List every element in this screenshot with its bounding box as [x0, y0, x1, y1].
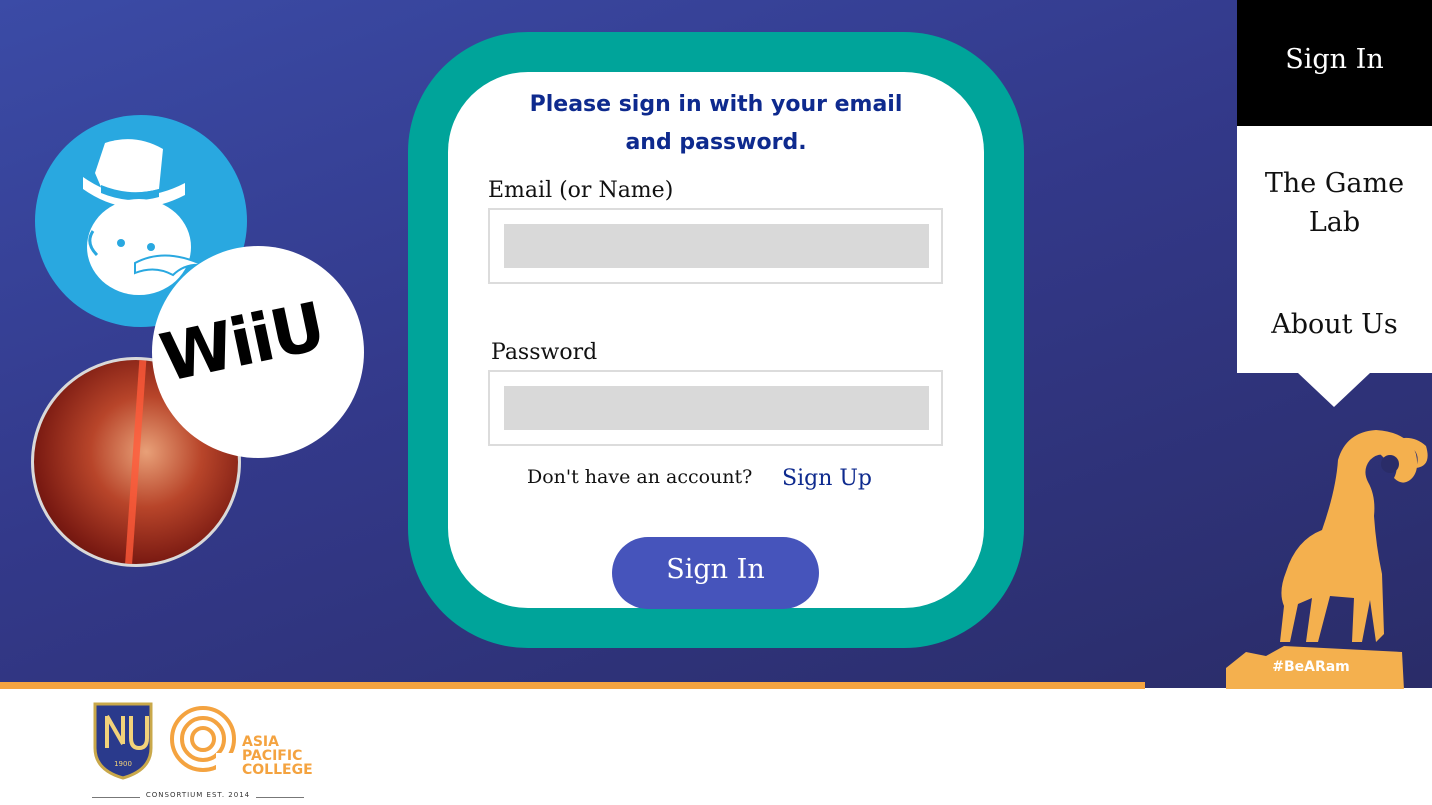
nav-panel-pointer	[1298, 373, 1370, 407]
apc-wordmark: ASIA PACIFIC COLLEGE	[242, 734, 313, 778]
email-label: Email (or Name)	[488, 178, 674, 203]
email-field[interactable]	[504, 224, 929, 268]
password-field[interactable]	[504, 386, 929, 430]
signup-link[interactable]: Sign Up	[782, 466, 872, 491]
signin-button[interactable]: Sign In	[612, 537, 819, 609]
password-field-frame	[488, 370, 943, 446]
no-account-text: Don't have an account?	[527, 466, 753, 488]
nav-item-sign-in[interactable]: Sign In	[1237, 44, 1432, 75]
hashtag-label: #BeARam	[1272, 659, 1350, 675]
nav-item-game-lab[interactable]: The Game Lab	[1237, 164, 1432, 242]
consortium-caption: CONSORTIUM EST. 2014	[92, 791, 304, 803]
svg-text:1900: 1900	[114, 760, 132, 768]
nu-crest-icon: 1900	[93, 702, 153, 780]
apc-logo-icon	[170, 706, 238, 775]
signin-heading: Please sign in with your email and passw…	[529, 92, 903, 155]
email-field-frame	[488, 208, 943, 284]
password-label: Password	[491, 340, 598, 365]
ram-mascot-icon	[1226, 430, 1428, 690]
nav-item-about-us[interactable]: About Us	[1237, 305, 1432, 344]
wiiu-logo-icon: WiiU	[152, 246, 364, 458]
